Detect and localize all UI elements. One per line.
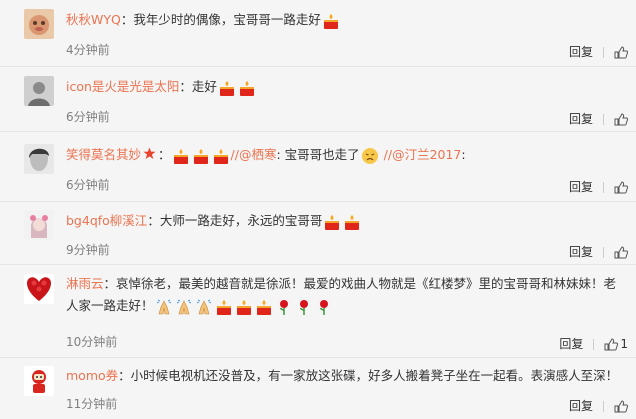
comment-list: 秋秋WYQ：我年少时的偶像，宝哥哥一路走好 4分钟前 回复 icon是火是光是太… xyxy=(0,0,636,419)
comment-actions: 回复 xyxy=(569,110,628,127)
reply-button[interactable]: 回复 xyxy=(569,397,593,414)
comment-time: 9分钟前 xyxy=(66,243,110,257)
comment-body: ：走好 xyxy=(179,79,217,94)
comment-item: icon是火是光是太阳：走好 6分钟前 回复 xyxy=(0,66,636,132)
avatar[interactable] xyxy=(24,76,54,106)
candle-icon xyxy=(255,298,273,316)
comment-item: 淋雨云：哀悼徐老，最美的越音就是徐派！最爱的戏曲人物就是《红楼梦》里的宝哥哥和林… xyxy=(0,264,636,358)
pray-icon xyxy=(195,298,213,316)
comment-text: bg4qfo柳溪江：大师一路走好，永远的宝哥哥 xyxy=(66,210,362,232)
comment-body-end: : xyxy=(461,147,466,162)
candle-icon xyxy=(215,298,233,316)
candle-icon xyxy=(172,147,190,165)
candle-icon xyxy=(192,147,210,165)
like-icon[interactable] xyxy=(614,113,628,126)
comment-text: 淋雨云：哀悼徐老，最美的越音就是徐派！最爱的戏曲人物就是《红楼梦》里的宝哥哥和林… xyxy=(66,273,621,317)
comment-body: ：我年少时的偶像，宝哥哥一路走好 xyxy=(120,12,321,27)
comment-text: momo券：小时候电视机还没普及，有一家放这张碟，好多人搬着凳子坐在一起看。表演… xyxy=(66,365,618,387)
comment-body: ：哀悼徐老，最美的越音就是徐派！最爱的戏曲人物就是《红楼梦》里的宝哥哥和林妹妹！… xyxy=(66,276,617,313)
rose-icon xyxy=(315,298,333,316)
username-link[interactable]: momo券 xyxy=(66,368,118,383)
username-link[interactable]: bg4qfo柳溪江 xyxy=(66,213,147,228)
comment-time: 4分钟前 xyxy=(66,43,110,57)
candle-icon xyxy=(238,79,256,97)
comment-text: 秋秋WYQ：我年少时的偶像，宝哥哥一路走好 xyxy=(66,9,341,31)
comment-actions: 回复 xyxy=(569,243,628,260)
sad-face-icon xyxy=(361,147,379,165)
like-icon[interactable] xyxy=(614,46,628,59)
candle-icon xyxy=(218,79,236,97)
reply-button[interactable]: 回复 xyxy=(569,110,593,127)
divider xyxy=(603,182,604,193)
candle-icon xyxy=(343,213,361,231)
username-link[interactable]: 秋秋WYQ xyxy=(66,12,121,27)
candle-icon xyxy=(323,213,341,231)
star-badge-icon[interactable] xyxy=(143,145,156,167)
comment-time: 11分钟前 xyxy=(66,397,118,411)
comment-item: momo券：小时候电视机还没普及，有一家放这张碟，好多人搬着凳子坐在一起看。表演… xyxy=(0,357,636,419)
comment-item: bg4qfo柳溪江：大师一路走好，永远的宝哥哥 9分钟前 回复 xyxy=(0,201,636,265)
like-icon[interactable] xyxy=(614,246,628,259)
comment-body: ：大师一路走好，永远的宝哥哥 xyxy=(147,213,323,228)
divider xyxy=(603,247,604,258)
like-count: 1 xyxy=(620,337,628,351)
like-icon[interactable] xyxy=(604,338,619,351)
pray-icon xyxy=(155,298,173,316)
rose-icon xyxy=(295,298,313,316)
divider xyxy=(593,339,595,350)
comment-body-mid: : 宝哥哥也走了 xyxy=(276,147,360,162)
mention-link[interactable]: //@汀兰2017 xyxy=(384,147,462,162)
candle-icon xyxy=(235,298,253,316)
reply-button[interactable]: 回复 xyxy=(569,178,593,195)
avatar[interactable] xyxy=(24,274,54,304)
reply-button[interactable]: 回复 xyxy=(569,43,593,60)
comment-item: 笑得莫名其妙 ： //@栖寒: 宝哥哥也走了 //@汀兰2017: 6分钟前 回复 xyxy=(0,131,636,202)
comment-time: 6分钟前 xyxy=(66,110,110,124)
rose-icon xyxy=(275,298,293,316)
divider xyxy=(603,114,604,125)
avatar[interactable] xyxy=(24,210,54,240)
comment-time: 6分钟前 xyxy=(66,178,110,192)
like-icon[interactable] xyxy=(614,181,628,194)
username-link[interactable]: 淋雨云 xyxy=(66,276,104,291)
mention-link[interactable]: //@栖寒 xyxy=(231,147,277,162)
comment-actions: 回复 xyxy=(569,397,628,414)
reply-button[interactable]: 回复 xyxy=(559,335,583,352)
avatar[interactable] xyxy=(24,366,54,396)
comment-body-prefix: ： xyxy=(158,147,171,162)
candle-icon xyxy=(322,12,340,30)
username-link[interactable]: icon是火是光是太阳 xyxy=(66,79,179,94)
username-link[interactable]: 笑得莫名其妙 xyxy=(66,147,141,162)
candle-icon xyxy=(212,147,230,165)
comment-actions: 回复 xyxy=(569,178,628,195)
comment-text: 笑得莫名其妙 ： //@栖寒: 宝哥哥也走了 //@汀兰2017: xyxy=(66,144,466,167)
comment-time: 10分钟前 xyxy=(66,335,118,349)
comment-body: ：小时候电视机还没普及，有一家放这张碟，好多人搬着凳子坐在一起看。表演感人至深！ xyxy=(118,368,619,383)
avatar[interactable] xyxy=(24,9,54,39)
divider xyxy=(603,47,604,58)
like-icon[interactable] xyxy=(614,400,628,413)
comment-text: icon是火是光是太阳：走好 xyxy=(66,76,257,98)
divider xyxy=(603,401,604,412)
avatar[interactable] xyxy=(24,144,54,174)
comment-actions: 回复 1 xyxy=(559,335,628,352)
reply-button[interactable]: 回复 xyxy=(569,243,593,260)
pray-icon xyxy=(175,298,193,316)
comment-actions: 回复 xyxy=(569,43,628,60)
comment-item: 秋秋WYQ：我年少时的偶像，宝哥哥一路走好 4分钟前 回复 xyxy=(0,0,636,67)
